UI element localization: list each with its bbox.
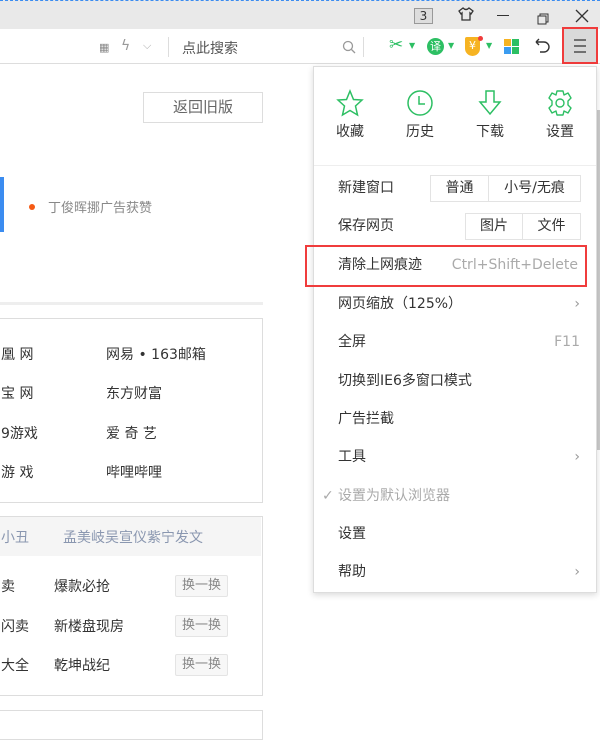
site-link[interactable]: 哔哩哔哩 [106,462,162,482]
swap-button[interactable]: 换一换 [175,575,228,597]
chevron-down-icon[interactable]: ▼ [486,38,492,54]
hot-item[interactable]: 新楼盘现房 [54,616,124,636]
hot-item[interactable]: 卖 [1,576,15,596]
chevron-down-icon[interactable]: ▼ [409,38,415,54]
swap-button[interactable]: 换一换 [175,654,228,676]
chevron-down-icon[interactable]: ⌵ [143,38,151,54]
downloads-button[interactable]: 下载 [460,89,520,141]
hot-item[interactable]: 乾坤战纪 [54,655,110,675]
news-link[interactable]: 丁俊晖挪广告获赞 [48,197,152,216]
next-panel [0,710,263,740]
divider [314,165,596,166]
settings-quick-label: 设置 [546,124,574,140]
history-button[interactable]: 历史 [390,89,450,141]
new-window-private-button[interactable]: 小号/无痕 [488,175,581,202]
divider [363,37,364,57]
search-icon[interactable] [342,39,356,58]
qr-code-icon[interactable]: ▦ [99,40,109,56]
search-input[interactable]: 点此搜索 [182,38,238,58]
menu-item-settings[interactable]: 设置 [314,515,596,553]
restore-button[interactable] [537,10,549,25]
scissors-icon[interactable]: ✂ [389,37,403,54]
favorites-label: 收藏 [336,124,364,140]
site-link[interactable]: 凰 网 [1,344,33,364]
save-image-button[interactable]: 图片 [465,213,523,240]
menu-item-help[interactable]: 帮助 › [314,553,596,591]
menu-item-default-browser[interactable]: ✓ 设置为默认浏览器 [314,477,596,515]
menu-item-save-page: 保存网页 图片 文件 [314,207,596,245]
skin-shirt-icon[interactable] [458,6,474,26]
download-icon [478,90,502,116]
blue-accent-bar [0,177,4,232]
lightning-icon[interactable]: ϟ [121,38,130,54]
site-link[interactable]: 宝 网 [1,383,33,403]
main-menu: 收藏 历史 下载 设置 新建窗口 普通 小号/无痕 保存网页 图片 文件 清除上… [313,66,597,593]
hot-link[interactable]: 孟美岐吴宣仪紫宁发文 [63,527,203,547]
gear-icon [548,90,572,116]
title-bar: 3 [0,0,600,29]
new-window-normal-button[interactable]: 普通 [430,175,489,202]
apps-icon[interactable] [504,39,519,54]
site-link[interactable]: 爱 奇 艺 [106,423,157,443]
menu-item-adblock[interactable]: 广告拦截 [314,400,596,438]
chevron-right-icon: › [574,296,580,312]
divider [0,302,263,305]
clock-icon [407,90,433,116]
hot-panel: 小丑 孟美岐吴宣仪紫宁发文 卖 爆款必抢 换一换 闪卖 新楼盘现房 换一换 大全… [0,516,263,696]
notification-dot [478,36,483,41]
minimize-button[interactable] [497,15,509,16]
chevron-right-icon: › [574,564,580,580]
swap-button[interactable]: 换一换 [175,615,228,637]
menu-item-zoom[interactable]: 网页缩放（125%） › [314,285,596,323]
highlight-outline [305,245,587,287]
chevron-down-icon[interactable]: ▼ [448,38,454,54]
site-link[interactable]: 网易 • 163邮箱 [106,344,206,364]
close-button[interactable] [575,8,589,27]
undo-icon[interactable] [533,37,553,59]
translate-icon[interactable]: 译 [427,38,444,55]
hot-item[interactable]: 闪卖 [1,616,29,636]
sites-panel: 凰 网 网易 • 163邮箱 宝 网 东方财富 9游戏 爱 奇 艺 游 戏 哔哩… [0,318,263,503]
site-link[interactable]: 东方财富 [106,383,162,403]
menu-button[interactable] [562,27,598,64]
settings-quick-button[interactable]: 设置 [530,89,590,141]
hot-link[interactable]: 小丑 [1,527,29,547]
menu-item-fullscreen[interactable]: 全屏 F11 [314,323,596,361]
shortcut: F11 [554,334,580,350]
divider [168,37,169,57]
downloads-label: 下载 [476,124,504,140]
menu-item-tools[interactable]: 工具 › [314,438,596,476]
menu-item-ie6-mode[interactable]: 切换到IE6多窗口模式 [314,362,596,400]
chevron-right-icon: › [574,449,580,465]
save-file-button[interactable]: 文件 [522,213,581,240]
site-link[interactable]: 游 戏 [1,462,33,482]
old-version-button[interactable]: 返回旧版 [143,92,263,123]
site-link[interactable]: 9游戏 [1,423,38,443]
favorites-button[interactable]: 收藏 [320,89,380,141]
menu-item-new-window: 新建窗口 普通 小号/无痕 [314,169,596,207]
hamburger-icon [574,39,586,53]
hot-item[interactable]: 大全 [1,655,29,675]
bullet-dot [29,204,35,210]
check-icon: ✓ [322,488,334,504]
hot-item[interactable]: 爆款必抢 [54,576,110,596]
tab-count-button[interactable]: 3 [414,8,433,24]
toolbar: ▦ ϟ ⌵ 点此搜索 ✂ ▼ 译 ▼ ¥ ▼ [0,27,600,64]
history-label: 历史 [406,124,434,140]
hot-header: 小丑 孟美岐吴宣仪紫宁发文 [0,517,261,556]
star-icon [336,89,364,117]
